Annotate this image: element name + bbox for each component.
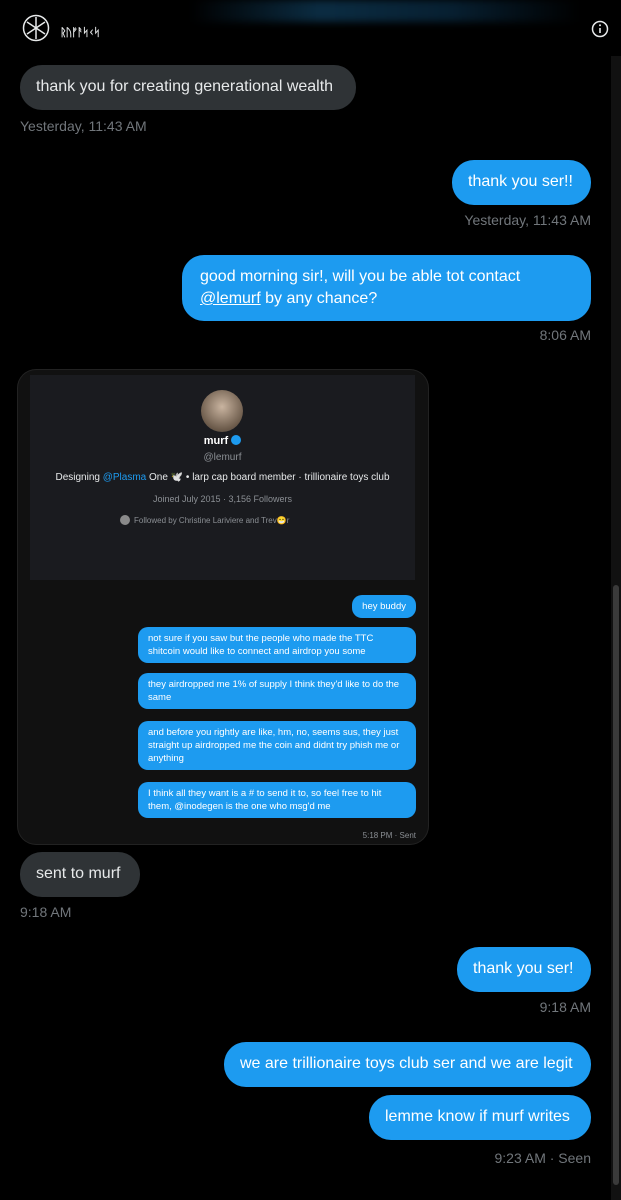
profile-followed-by: Followed by Christine Lariviere and Trev… [120,515,289,525]
profile-card: murf @lemurf Designing @Plasma One 🕊️ • … [30,375,415,580]
message-timestamp: Yesterday, 11:43 AM [20,118,147,134]
message-text: good morning sir!, will you be able tot … [200,268,521,285]
inner-message-bubble: and before you rightly are like, hm, no,… [138,721,416,770]
inner-message-bubble: hey buddy [352,595,416,618]
mention-link[interactable]: @lemurf [200,290,261,307]
image-attachment[interactable]: murf @lemurf Designing @Plasma One 🕊️ • … [18,370,428,844]
logo-icon[interactable] [22,14,50,42]
followed-by-text: Followed by Christine Lariviere and Trev… [134,516,290,525]
profile-handle: @lemurf [203,452,242,463]
bio-text: Designing [55,472,103,483]
avatar [201,390,243,432]
info-icon[interactable] [591,20,609,38]
message-text: by any chance? [260,290,378,307]
message-timestamp: 8:06 AM [539,327,591,343]
message-text: thank you ser!! [468,173,573,190]
conversation-header: ᚱᚢᚠᚨᛋᚲᛋ [0,0,621,56]
message-status: 9:23 AM · Seen [494,1150,591,1166]
scrollbar-thumb[interactable] [613,585,619,1185]
message-timestamp: 9:18 AM [20,904,72,920]
inner-message-status: 5:18 PM · Sent [362,831,416,840]
bio-link: @Plasma [102,472,147,483]
message-text: thank you ser! [473,960,574,977]
message-bubble-received[interactable]: sent to murf [20,852,140,897]
message-bubble-received[interactable]: thank you for creating generational weal… [20,65,356,110]
message-timestamp: 9:18 AM [539,999,591,1015]
conversation-title[interactable]: ᚱᚢᚠᚨᛋᚲᛋ [60,26,100,39]
message-bubble-sent[interactable]: lemme know if murf writes [369,1095,591,1140]
profile-name-row: murf [30,435,415,447]
inner-message-bubble: they airdropped me 1% of supply I think … [138,673,416,709]
bio-text: One 🕊️ • larp cap board member · trillio… [146,472,390,483]
profile-joined: Joined July 2015 · 3,156 Followers [152,494,293,504]
message-text: sent to murf [36,865,121,882]
follower-avatar [120,515,130,525]
message-bubble-sent[interactable]: thank you ser! [457,947,591,992]
inner-message-bubble: not sure if you saw but the people who m… [138,627,416,663]
inner-message-bubble: I think all they want is a # to send it … [138,782,416,818]
verified-badge-icon [231,435,242,445]
message-timestamp: Yesterday, 11:43 AM [464,212,591,228]
message-text: thank you for creating generational weal… [36,78,334,95]
profile-name: murf [203,435,229,447]
message-bubble-sent[interactable]: thank you ser!! [452,160,591,205]
message-bubble-sent[interactable]: we are trillionaire toys club ser and we… [224,1042,591,1087]
message-bubble-sent[interactable]: good morning sir!, will you be able tot … [182,255,591,321]
profile-bio: Designing @Plasma One 🕊️ • larp cap boar… [30,472,415,483]
message-text: we are trillionaire toys club ser and we… [240,1055,573,1072]
message-text: lemme know if murf writes [385,1108,570,1125]
